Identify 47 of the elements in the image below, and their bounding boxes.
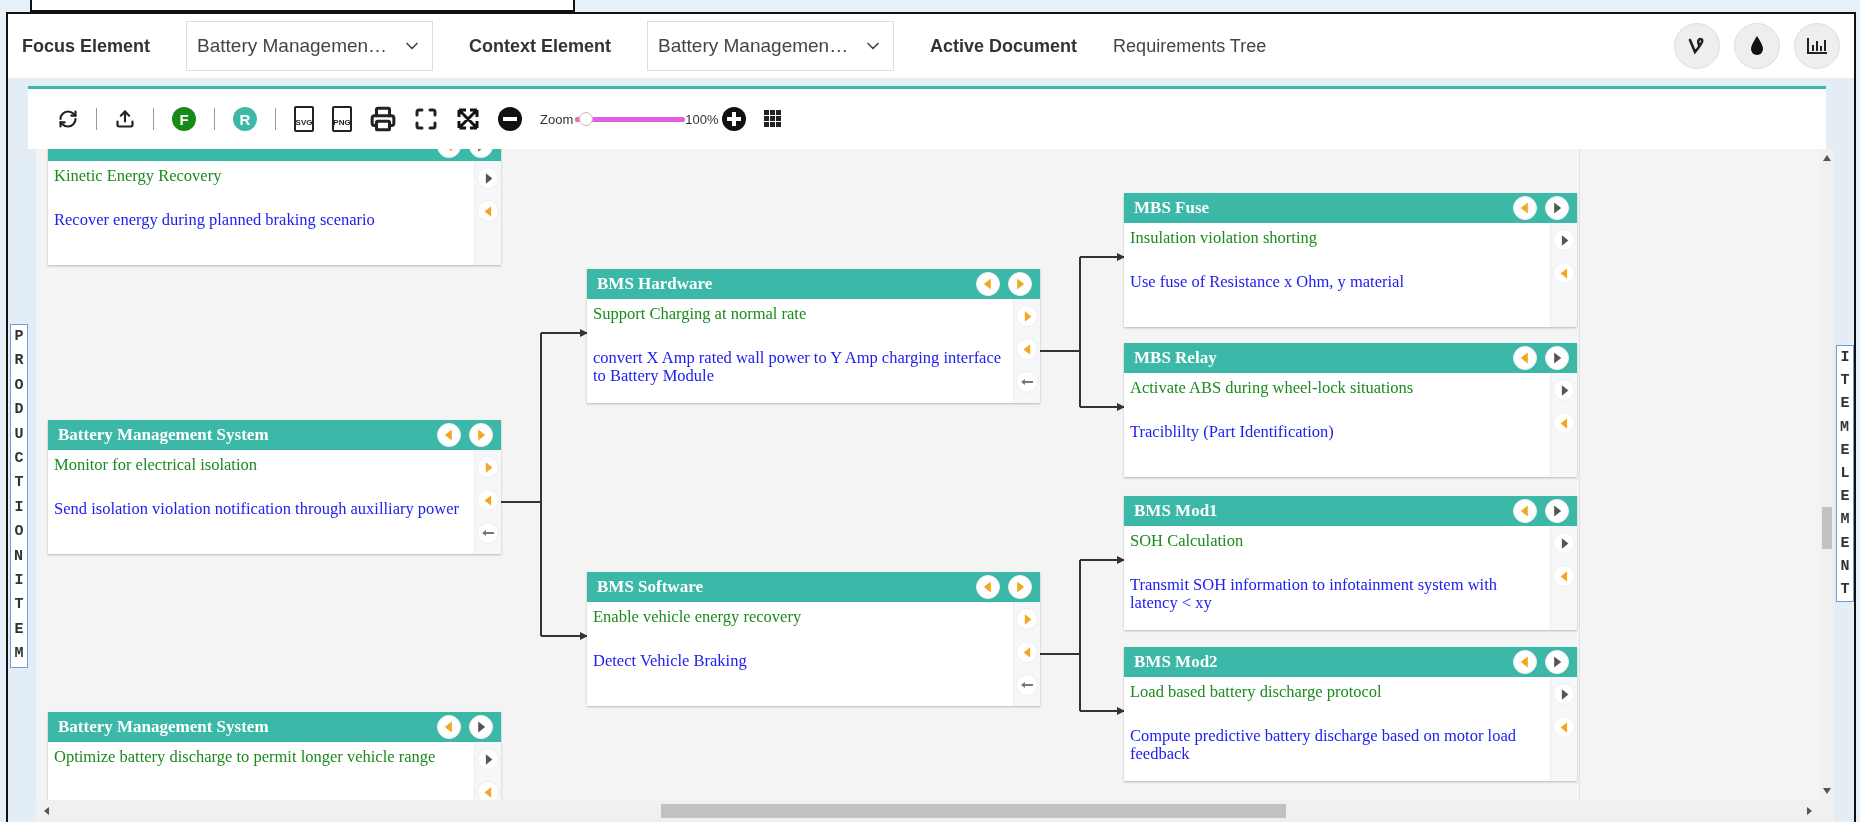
requirement-text: Support Charging at normal rate xyxy=(593,305,808,323)
description-text: Detect Vehicle Braking xyxy=(593,652,748,670)
field-label: Context Element xyxy=(469,35,612,57)
requirement-node[interactable]: BMS Software Enable vehicle energy recovery Detect Vehicle Braking xyxy=(587,572,1040,706)
description-text: Compute predictive battery discharge based on motor load feedback xyxy=(1130,727,1517,763)
requirement-text: Enable vehicle energy recovery xyxy=(593,608,803,626)
requirement-node[interactable]: Battery Management System Optimize battery discharge to permit longer vehicle range xyxy=(48,712,501,800)
description-text: Send isolation violation notification through auxilliary power xyxy=(54,500,461,518)
zoom-label: Zoom xyxy=(540,111,574,127)
select-field[interactable]: Battery Managemen… xyxy=(647,21,895,71)
description-text: Traciblilty (Part Identification) xyxy=(1130,423,1335,441)
vertical-label: PRODUCTION ITEM xyxy=(10,324,28,668)
filter-badge-button[interactable]: F xyxy=(172,107,196,131)
select-field[interactable]: Battery Managemen… xyxy=(186,21,434,71)
node-title: BMS Software xyxy=(597,577,704,597)
description-text: Recover energy during planned braking scenario xyxy=(54,211,376,229)
description-text: Use fuse of Resistance x Ohm, y material xyxy=(1130,273,1405,291)
node-title: BMS Mod2 xyxy=(1134,652,1219,672)
requirement-text: Monitor for electrical isolation xyxy=(54,456,258,474)
vertical-label: ITEM ELEMENT xyxy=(1836,345,1854,603)
requirement-node[interactable]: Kinetic Energy Recovery Recover energy during planned braking scenario xyxy=(48,149,501,265)
export-button[interactable]: SVG xyxy=(294,106,314,132)
field-label: Focus Element xyxy=(22,35,151,57)
requirement-text: Load based battery discharge protocol xyxy=(1130,683,1383,701)
requirement-node[interactable]: BMS Hardware Support Charging at normal rate convert X Amp rated wall power to Y Amp charging interface to Battery Module xyxy=(587,269,1040,403)
requirement-node[interactable]: BMS Mod1 SOH Calculation Transmit SOH information to infotainment system with latency < xy xyxy=(1124,496,1577,630)
requirement-node[interactable]: Battery Management System Monitor for electrical isolation Send isolation violation notification through auxilliary power xyxy=(48,420,501,554)
requirement-text: Activate ABS during wheel-lock situations xyxy=(1130,379,1415,397)
description-text: convert X Amp rated wall power to Y Amp charging interface to Battery Module xyxy=(593,349,1003,385)
node-title: BMS Hardware xyxy=(597,274,714,294)
node-title: MBS Fuse xyxy=(1134,198,1211,218)
requirement-text: SOH Calculation xyxy=(1130,532,1245,550)
field-value: Requirements Tree xyxy=(1113,35,1267,57)
node-title: Battery Management System xyxy=(58,425,270,445)
node-title: Battery Management System xyxy=(58,717,270,737)
zoom-reading: 100% xyxy=(685,111,719,127)
node-title: MBS Relay xyxy=(1134,348,1218,368)
node-title: BMS Mod1 xyxy=(1134,501,1219,521)
requirement-node[interactable]: MBS Fuse Insulation violation shorting Use fuse of Resistance x Ohm, y material xyxy=(1124,193,1577,327)
requirement-node[interactable]: BMS Mod2 Load based battery discharge protocol Compute predictive battery discharge based on motor load feedback xyxy=(1124,647,1577,781)
requirement-text: Optimize battery discharge to permit longer vehicle range xyxy=(54,748,437,766)
description-text: Transmit SOH information to infotainment system with latency < xy xyxy=(1130,576,1498,612)
requirement-node[interactable]: MBS Relay Activate ABS during wheel-lock situations Traciblilty (Part Identification) xyxy=(1124,343,1577,477)
export-button[interactable]: PNG xyxy=(332,106,352,132)
field-label: Active Document xyxy=(930,35,1078,57)
requirement-text: Insulation violation shorting xyxy=(1130,229,1318,247)
requirement-text: Kinetic Energy Recovery xyxy=(54,167,223,185)
